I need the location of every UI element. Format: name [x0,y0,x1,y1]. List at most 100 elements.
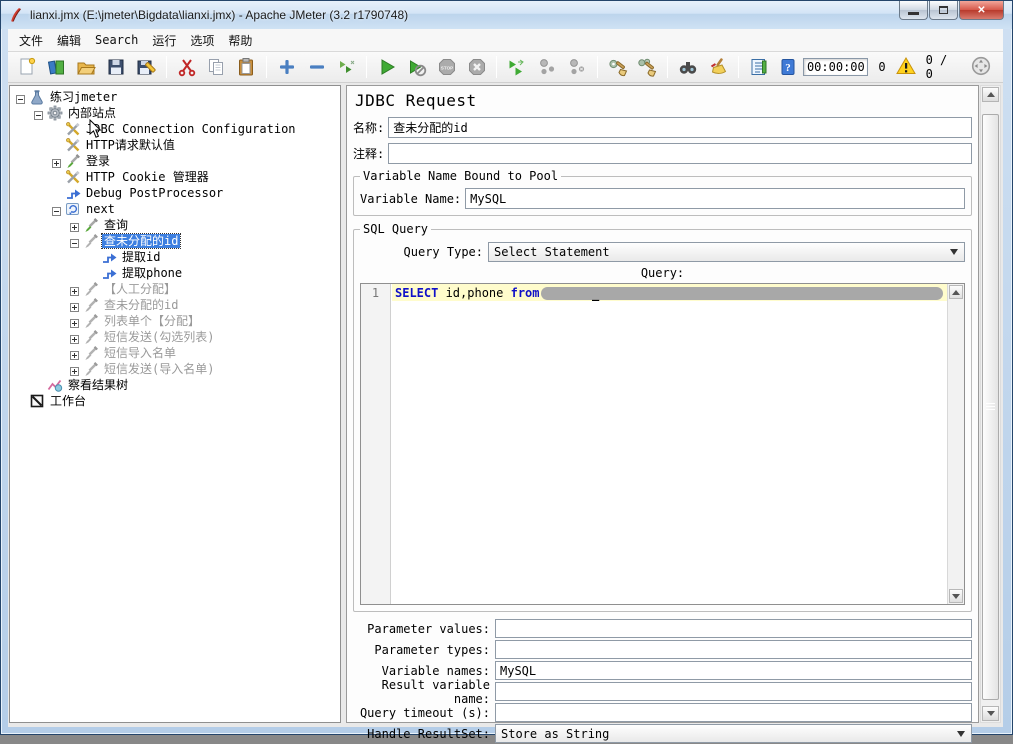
open-button[interactable] [72,54,102,80]
menu-item-6[interactable]: 帮助 [221,30,259,51]
titlebar[interactable]: lianxi.jmx (E:\jmeter\Bigdata\lianxi.jmx… [1,1,1012,29]
tree-item-HTTP-Cookie-管理器[interactable]: HTTP Cookie 管理器 [10,169,340,185]
toggle-button[interactable] [332,54,362,80]
tree-item-【人工分配】[interactable]: 【人工分配】 [10,281,340,297]
warning-icon[interactable] [896,56,916,79]
scroll-down-icon[interactable] [982,706,999,721]
tree-item-提取id[interactable]: 提取id [10,249,340,265]
close-button[interactable]: ✕ [959,1,1004,20]
tree-item-提取phone[interactable]: 提取phone [10,265,340,281]
tree-item-察看结果树[interactable]: 察看结果树 [10,377,340,393]
sampler-gray-icon [83,361,99,377]
field-input[interactable] [495,682,972,701]
editor-scrollbar[interactable] [947,284,964,604]
remote-shutdown-all-button[interactable] [562,54,592,80]
post-processor-icon [101,249,117,265]
sql-query-group: SQL Query Query Type: Select Statement Q… [353,222,972,612]
copy-button[interactable] [202,54,232,80]
tree-item-短信发送(勾选列表)[interactable]: 短信发送(勾选列表) [10,329,340,345]
collapse-icon[interactable] [52,205,61,214]
toolbar-separator [496,56,497,78]
scrollbar-thumb[interactable] [982,114,999,700]
clear-button[interactable] [603,54,633,80]
remote-start-all-button[interactable] [502,54,532,80]
expand-icon[interactable] [70,349,79,358]
expand-icon[interactable] [70,301,79,310]
collapse-icon[interactable] [70,237,79,246]
field-input[interactable] [495,661,972,680]
tree-item-工作台[interactable]: 工作台 [10,393,340,409]
stop-button[interactable]: STOP [432,54,462,80]
menu-item-4[interactable]: 运行 [145,30,183,51]
results-tree-icon [47,377,63,393]
minimize-button[interactable] [899,1,928,20]
tree-item-登录[interactable]: 登录 [10,153,340,169]
name-input[interactable] [388,117,972,138]
expand-icon[interactable] [70,365,79,374]
save-as-button[interactable] [131,54,161,80]
tree-item-label: 查未分配的id [102,234,180,248]
search-button[interactable] [673,54,703,80]
tree-indent [10,377,34,393]
tree-item-Debug-PostProcessor[interactable]: Debug PostProcessor [10,185,340,201]
tree-item-短信导入名单[interactable]: 短信导入名单 [10,345,340,361]
config-icon [65,121,81,137]
start-no-timers-button[interactable] [402,54,432,80]
tree-item-JDBC-Connection-Configuration[interactable]: JDBC Connection Configuration [10,121,340,137]
menu-item-5[interactable]: 选项 [183,30,221,51]
menu-item-2[interactable]: 编辑 [50,30,88,51]
field-input[interactable] [495,619,972,638]
remove-button[interactable] [302,54,332,80]
field-input[interactable] [495,640,972,659]
mouse-cursor [89,119,103,142]
shutdown-button[interactable] [462,54,492,80]
jdbc-request-panel: JDBC Request 名称: 注释: Variable Name Bound… [346,85,979,723]
tree-item-next[interactable]: next [10,201,340,217]
collapse-icon[interactable] [16,93,25,102]
start-button[interactable] [372,54,402,80]
field-label: Parameter types: [353,643,495,657]
tree-item-查询[interactable]: 查询 [10,217,340,233]
tree-item-查未分配的id[interactable]: 查未分配的id [10,297,340,313]
comment-input[interactable] [388,143,972,164]
function-helper-button[interactable] [744,54,774,80]
menu-item-1[interactable]: 文件 [12,30,50,51]
expand-icon[interactable] [70,285,79,294]
maximize-button[interactable] [929,1,958,20]
handle-resultset-dropdown[interactable]: Store as String [495,724,972,743]
tree-item-短信发送(导入名单)[interactable]: 短信发送(导入名单) [10,361,340,377]
tree-item-查未分配的id[interactable]: 查未分配的id [10,233,340,249]
expand-icon[interactable] [70,221,79,230]
tree-item-HTTP请求默认值[interactable]: HTTP请求默认值 [10,137,340,153]
expand-icon[interactable] [70,317,79,326]
scroll-up-icon[interactable] [982,87,999,102]
thread-group-icon [47,105,63,121]
field-input[interactable] [495,703,972,722]
sql-editor[interactable]: 1 SELECT id,phone from_ [360,283,965,605]
remote-stop-all-button[interactable] [532,54,562,80]
search-reset-button[interactable] [703,54,733,80]
new-button[interactable] [12,54,42,80]
main-scrollbar[interactable] [980,85,1001,723]
clear-all-button[interactable] [633,54,663,80]
tree-item-内部站点[interactable]: 内部站点 [10,105,340,121]
paste-button[interactable] [231,54,261,80]
toggle-circle-icon[interactable] [971,56,991,79]
editor-scroll-up-icon[interactable] [949,285,963,299]
variable-name-input[interactable] [465,188,965,209]
expand-icon[interactable] [70,333,79,342]
collapse-icon[interactable] [34,109,43,118]
editor-scroll-down-icon[interactable] [949,589,963,603]
query-type-dropdown[interactable]: Select Statement [488,242,965,262]
tree-item-练习jmeter[interactable]: 练习jmeter [10,89,340,105]
cut-button[interactable] [172,54,202,80]
code-area[interactable]: SELECT id,phone from_ [392,284,947,604]
tree-item-label: 查询 [102,218,130,232]
save-button[interactable] [101,54,131,80]
help-button[interactable]: ? [774,54,804,80]
tree-item-列表单个【分配】[interactable]: 列表单个【分配】 [10,313,340,329]
expand-icon[interactable] [52,157,61,166]
menu-item-3[interactable]: Search [88,31,145,49]
templates-button[interactable] [42,54,72,80]
add-button[interactable] [272,54,302,80]
